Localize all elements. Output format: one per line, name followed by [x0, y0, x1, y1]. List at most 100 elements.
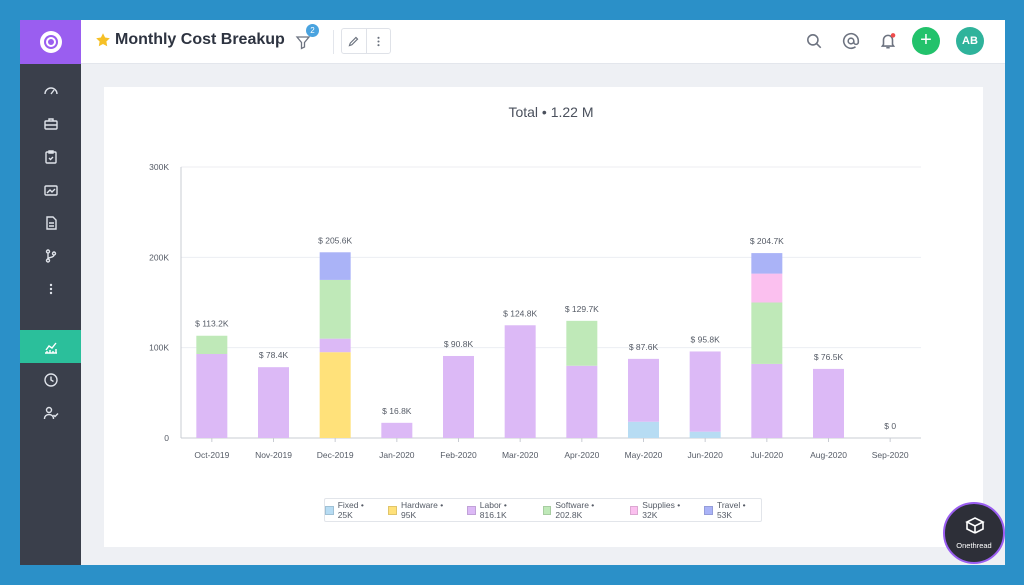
bar-segment — [196, 353, 228, 438]
bar-segment — [566, 365, 598, 438]
legend-swatch — [629, 505, 639, 515]
bar-segment — [319, 252, 351, 280]
app-logo[interactable] — [20, 20, 81, 64]
sidebar-item-more[interactable] — [20, 272, 81, 305]
document-icon — [45, 215, 57, 230]
bar-segment — [319, 279, 351, 339]
bar-segment — [628, 421, 659, 438]
more-vertical-icon — [377, 36, 380, 46]
sidebar — [20, 20, 81, 565]
x-tick-label: Apr-2020 — [564, 450, 599, 460]
bar-segment — [258, 367, 289, 438]
branch-icon — [45, 248, 56, 263]
bar-segment — [751, 253, 783, 274]
legend-swatch — [388, 505, 398, 515]
analytics-chart-icon — [44, 342, 57, 354]
sidebar-item-dashboard[interactable] — [20, 74, 81, 107]
toolbar-divider — [333, 30, 334, 54]
edit-tool-group — [341, 28, 391, 54]
bar-total-label: $ 76.5K — [814, 352, 844, 362]
bar-segment — [566, 320, 598, 366]
legend-swatch — [704, 505, 713, 515]
x-tick-label: May-2020 — [625, 450, 663, 460]
bar-segment — [319, 338, 351, 353]
dashboard-gauge-icon — [43, 86, 58, 94]
legend-label: Labor • 816.1K — [479, 500, 507, 520]
y-tick-label: 0 — [164, 433, 169, 443]
y-tick-label: 100K — [149, 343, 169, 353]
y-tick-label: 300K — [149, 162, 169, 172]
x-tick-label: Jun-2020 — [687, 450, 723, 460]
filter-icon — [295, 36, 311, 50]
x-tick-label: Nov-2019 — [255, 450, 292, 460]
brand-name: Onethread — [956, 541, 992, 550]
logo-icon — [39, 31, 62, 53]
add-button[interactable]: + — [912, 27, 940, 55]
bar-segment — [319, 352, 351, 438]
legend-label: Hardware • 95K — [401, 500, 444, 520]
chart-card: Total • 1.22 M 0 100K 200K 300K $ 113.2K Oct-2… — [104, 87, 983, 547]
edit-button[interactable] — [342, 29, 366, 53]
favorite-star-icon[interactable] — [95, 32, 111, 48]
bar-total-label: $ 87.6K — [629, 342, 659, 352]
bar-total-label: $ 124.8K — [503, 308, 537, 318]
cost-breakup-chart: Total • 1.22 M 0 100K 200K 300K $ 113.2K Oct-2… — [149, 104, 921, 460]
top-bar: Monthly Cost Breakup 2 + AB — [81, 20, 1005, 64]
legend-label: Software • 202.8K — [555, 500, 595, 520]
filter-count-badge: 2 — [306, 24, 319, 37]
onethread-brand-badge: Onethread — [943, 502, 1005, 564]
sidebar-item-workflow[interactable] — [20, 239, 81, 272]
legend-swatch — [325, 505, 334, 515]
x-tick-label: Oct-2019 — [194, 450, 229, 460]
legend-item[interactable]: Fixed • 25K — [325, 500, 379, 520]
x-tick-label: Jan-2020 — [379, 450, 415, 460]
chart-title: Total • 1.22 M — [508, 104, 593, 120]
legend-label: Fixed • 25K — [337, 500, 364, 520]
x-tick-label: Aug-2020 — [810, 450, 847, 460]
clipboard-check-icon — [44, 149, 57, 164]
bar-segment — [381, 422, 413, 438]
x-tick-label: Jul-2020 — [751, 450, 784, 460]
legend-item[interactable]: Travel • 53K — [704, 500, 761, 520]
bar-segment — [689, 351, 721, 432]
sidebar-item-reports[interactable] — [20, 173, 81, 206]
onethread-logo-icon — [965, 517, 985, 534]
bar-total-label: $ 113.2K — [195, 319, 229, 329]
briefcase-icon — [43, 117, 58, 130]
pencil-icon — [349, 36, 359, 46]
add-icon: + — [920, 29, 932, 51]
bar-total-label: $ 90.8K — [444, 339, 474, 349]
legend-swatch — [467, 505, 476, 515]
bar-segment — [443, 355, 474, 438]
x-tick-label: Mar-2020 — [502, 450, 539, 460]
legend-swatch — [542, 505, 552, 515]
search-icon[interactable] — [805, 32, 823, 50]
sidebar-item-projects[interactable] — [20, 107, 81, 140]
app-frame: Monthly Cost Breakup 2 + AB Total • 1.22… — [20, 20, 1005, 565]
at-mention-icon[interactable] — [842, 32, 860, 50]
x-tick-label: Feb-2020 — [440, 450, 477, 460]
legend-item[interactable]: Software • 202.8K — [542, 500, 621, 520]
bar-total-label: $ 0 — [884, 421, 896, 431]
x-tick-label: Sep-2020 — [872, 450, 909, 460]
chart-legend: Fixed • 25K Hardware • 95K Labor • 816.1K S… — [324, 498, 762, 522]
user-check-icon — [43, 406, 58, 419]
user-avatar[interactable]: AB — [956, 27, 984, 55]
legend-item[interactable]: Hardware • 95K — [388, 500, 458, 520]
page-title: Monthly Cost Breakup — [115, 31, 285, 48]
legend-item[interactable]: Supplies • 32K — [629, 500, 696, 520]
bar-segment — [196, 335, 228, 354]
legend-item[interactable]: Labor • 816.1K — [467, 500, 534, 520]
bar-total-label: $ 129.7K — [565, 304, 599, 314]
bar-total-label: $ 204.7K — [750, 236, 784, 246]
sidebar-item-timesheet[interactable] — [20, 363, 81, 396]
bar-total-label: $ 78.4K — [259, 350, 289, 360]
bar-total-label: $ 205.6K — [318, 235, 352, 245]
sidebar-item-documents[interactable] — [20, 206, 81, 239]
reports-icon — [43, 184, 58, 196]
sidebar-item-analytics[interactable] — [20, 330, 81, 363]
more-options-button[interactable] — [365, 29, 390, 53]
bell-icon[interactable] — [879, 32, 897, 50]
sidebar-item-tasks[interactable] — [20, 140, 81, 173]
sidebar-item-people[interactable] — [20, 396, 81, 429]
